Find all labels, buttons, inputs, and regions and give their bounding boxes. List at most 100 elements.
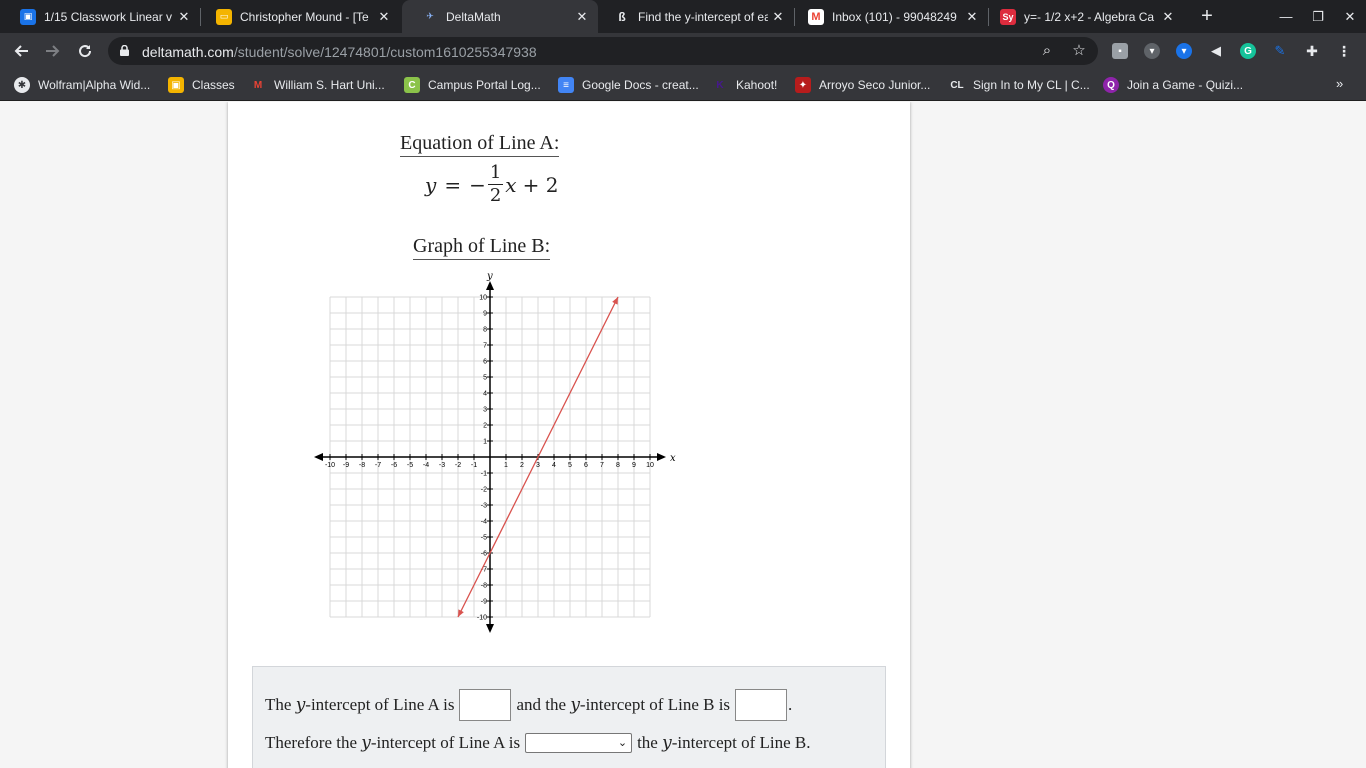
bookmark-label: Google Docs - creat...	[582, 78, 699, 92]
classroom-icon: ▣	[20, 8, 36, 25]
x-tick-label: -4	[423, 462, 429, 469]
y-tick-label: -2	[481, 487, 487, 494]
brainly-icon: ß	[618, 9, 626, 24]
bookmark-my-cl[interactable]: CL Sign In to My CL | C...	[949, 76, 1089, 94]
bookmarks-bar: ✱ Wolfram|Alpha Wid... ▣ Classes M Willi…	[0, 69, 1366, 101]
text-segment: The	[265, 695, 296, 714]
eq-denominator: 2	[489, 185, 502, 206]
y-tick-label: 2	[483, 423, 487, 430]
tab-title: y=- 1/2 x+2 - Algebra Ca	[1024, 9, 1155, 24]
tab-deltamath[interactable]: ✈ DeltaMath ✕	[402, 0, 598, 33]
x-axis-arrow-left	[314, 453, 323, 461]
url-path: /student/solve/12474801/custom1610255347…	[233, 44, 537, 60]
tab-strip: ▣ 1/15 Classwork Linear v ✕ ▭ Christophe…	[0, 0, 1366, 33]
comparison-select[interactable]: ⌄	[525, 733, 633, 753]
tab-inbox[interactable]: M Inbox (101) - 99048249 ✕	[788, 0, 988, 33]
pen-extension-icon[interactable]: ✎	[1272, 43, 1288, 59]
x-tick-label: -2	[455, 462, 461, 469]
more-menu-icon[interactable]: ⋮	[1336, 43, 1352, 59]
reload-icon	[79, 45, 92, 58]
bookmark-kahoot[interactable]: K Kahoot!	[712, 76, 777, 94]
bookmark-wolfram[interactable]: ✱ Wolfram|Alpha Wid...	[14, 76, 150, 94]
close-icon[interactable]: ✕	[174, 9, 194, 25]
tab-title: 1/15 Classwork Linear v	[44, 9, 173, 24]
close-icon[interactable]: ✕	[572, 9, 592, 25]
close-icon[interactable]: ✕	[374, 9, 394, 25]
google-docs-icon: ≡	[558, 77, 574, 93]
bookmark-label: Campus Portal Log...	[428, 78, 541, 92]
bookmark-campus-portal[interactable]: C Campus Portal Log...	[404, 76, 541, 94]
x-tick-label: 6	[584, 462, 588, 469]
bookmark-arroyo-seco[interactable]: ✦ Arroyo Seco Junior...	[795, 76, 930, 94]
tab-title: Find the y-intercept of ea	[638, 9, 768, 24]
x-tick-label: -3	[439, 462, 445, 469]
line-a-intercept-input[interactable]	[459, 689, 512, 721]
restore-button[interactable]: ❐	[1302, 0, 1334, 33]
tab-find-intercept[interactable]: ß Find the y-intercept of ea ✕	[594, 0, 794, 33]
y-axis-label: y	[486, 271, 493, 282]
bookmark-quizizz[interactable]: Q Join a Game - Quizi...	[1103, 76, 1243, 94]
tab-title: Inbox (101) - 99048249	[832, 9, 957, 24]
x-tick-label: 1	[504, 462, 508, 469]
forward-button[interactable]	[40, 38, 66, 64]
tab-symbolab[interactable]: Sy y=- 1/2 x+2 - Algebra Ca ✕	[980, 0, 1184, 33]
kahoot-icon: K	[716, 79, 724, 91]
reload-button[interactable]	[72, 38, 98, 64]
y-axis-arrow-up	[486, 281, 494, 290]
text-segment: the	[637, 733, 663, 752]
extension-puzzle-gray-icon[interactable]: ▪	[1112, 43, 1128, 59]
extensions-puzzle-icon[interactable]: ✚	[1304, 43, 1320, 59]
line-b-intercept-input[interactable]	[735, 689, 788, 721]
close-icon[interactable]: ✕	[1158, 9, 1178, 25]
x-tick-label: -1	[471, 462, 477, 469]
y-tick-label: -5	[481, 535, 487, 542]
x-tick-label: -5	[407, 462, 413, 469]
new-tab-button[interactable]: +	[1196, 5, 1218, 27]
line-b-graph: xy-10-10-9-9-8-8-7-7-6-6-5-5-4-4-3-3-2-2…	[314, 271, 676, 633]
address-bar[interactable]: deltamath.com/student/solve/12474801/cus…	[108, 37, 1098, 65]
bookmark-hart[interactable]: M William S. Hart Uni...	[250, 76, 385, 94]
bookmark-star-icon[interactable]: ☆	[1070, 42, 1088, 60]
answer-line-1: The y -intercept of Line A is and the y …	[265, 689, 792, 721]
url-domain: deltamath.com	[142, 44, 234, 60]
arroyo-seco-icon: ✦	[795, 77, 811, 93]
y-tick-label: 1	[483, 439, 487, 446]
shield-blue-extension-icon[interactable]: ▾	[1176, 43, 1192, 59]
bookmark-label: William S. Hart Uni...	[274, 78, 385, 92]
x-tick-label: 4	[552, 462, 556, 469]
tab-title: DeltaMath	[446, 9, 501, 24]
bookmark-label: Join a Game - Quizi...	[1127, 78, 1244, 92]
grammarly-icon[interactable]: G	[1240, 43, 1256, 59]
eq-numerator: 1	[487, 162, 504, 185]
shield-extension-icon[interactable]: ▾	[1144, 43, 1160, 59]
quizizz-icon: Q	[1103, 77, 1119, 93]
classroom-icon: ▣	[168, 77, 184, 93]
bookmark-label: Classes	[192, 78, 235, 92]
close-icon[interactable]: ✕	[962, 9, 982, 25]
text-segment: .	[788, 695, 793, 714]
zoom-icon[interactable]: ⌕	[1038, 42, 1056, 60]
back-button[interactable]	[8, 38, 34, 64]
eq-x: x	[505, 172, 517, 197]
window-close-button[interactable]: ✕	[1334, 0, 1366, 33]
speaker-icon[interactable]: ◀	[1208, 43, 1224, 59]
bookmark-classes[interactable]: ▣ Classes	[168, 76, 235, 94]
text-segment: -intercept of Line B.	[671, 733, 811, 752]
symbolab-icon: Sy	[1000, 8, 1016, 25]
x-tick-label: -9	[343, 462, 349, 469]
close-icon[interactable]: ✕	[768, 9, 788, 25]
minimize-button[interactable]: —	[1270, 0, 1302, 33]
url-text: deltamath.com/student/solve/12474801/cus…	[142, 44, 537, 60]
browser-toolbar: deltamath.com/student/solve/12474801/cus…	[0, 33, 1366, 69]
bookmark-google-docs[interactable]: ≡ Google Docs - creat...	[558, 76, 699, 94]
more-bookmarks-icon[interactable]: »	[1336, 76, 1343, 91]
eq-fraction: 1 2	[487, 162, 504, 207]
tab-christopher[interactable]: ▭ Christopher Mound - [Te ✕	[196, 0, 400, 33]
tab-classwork[interactable]: ▣ 1/15 Classwork Linear v ✕	[0, 0, 200, 33]
text-segment: -intercept of Line A is	[305, 695, 455, 714]
eq-minus: −	[469, 172, 486, 197]
answer-line-2: Therefore the y -intercept of Line A is …	[265, 733, 811, 753]
y-tick-label: -9	[481, 599, 487, 606]
x-tick-label: 7	[600, 462, 604, 469]
y-tick-label: 6	[483, 359, 487, 366]
